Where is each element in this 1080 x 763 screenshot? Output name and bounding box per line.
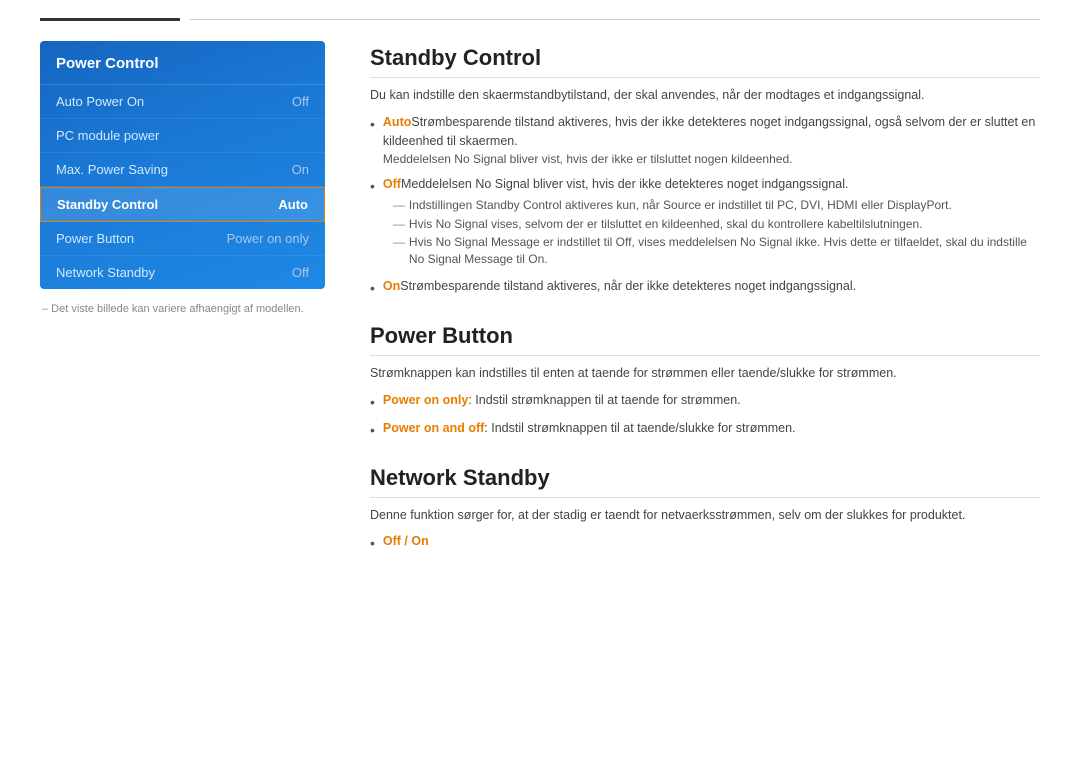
menu-item-5[interactable]: Network Standby Off (40, 256, 325, 289)
menu-item-label-2: Max. Power Saving (56, 162, 168, 177)
bullet-text-1-1: : Indstil strømknappen til at taende/slu… (484, 421, 795, 435)
menu-item-label-1: PC module power (56, 128, 159, 143)
bullet-dot-1-0: • (370, 392, 375, 413)
bullet-subtext-0-0: Meddelelsen No Signal bliver vist, hvis … (383, 152, 793, 166)
bullet-item-standby-control-0: • AutoStrømbesparende tilstand aktiveres… (370, 113, 1040, 169)
bullet-content-1-1: Power on and off: Indstil strømknappen t… (383, 419, 1040, 438)
bullet-label-0-2: On (383, 279, 400, 293)
bullet-content-1-0: Power on only: Indstil strømknappen til … (383, 391, 1040, 410)
section-desc-standby-control: Du kan indstille den skaermstandbytilsta… (370, 86, 1040, 105)
bullet-dot-2-0: • (370, 533, 375, 554)
bullet-item-power-button-0: • Power on only: Indstil strømknappen ti… (370, 391, 1040, 413)
top-bar (0, 0, 1080, 31)
sub-notes-0-1: Indstillingen Standby Control aktiveres … (383, 197, 1040, 268)
menu-item-value-5: Off (292, 265, 309, 280)
menu-items-container: Auto Power On Off PC module power Max. Po… (40, 85, 325, 289)
bullet-item-power-button-1: • Power on and off: Indstil strømknappen… (370, 419, 1040, 441)
section-desc-network-standby: Denne funktion sørger for, at der stadig… (370, 506, 1040, 525)
menu-item-label-4: Power Button (56, 231, 134, 246)
sub-note-0-1-2: Hvis No Signal Message er indstillet til… (393, 234, 1040, 268)
menu-item-label-5: Network Standby (56, 265, 155, 280)
footnote: – Det viste billede kan variere afhaengi… (40, 303, 330, 315)
bullet-content-0-2: OnStrømbesparende tilstand aktiveres, nå… (383, 277, 1040, 296)
menu-item-value-0: Off (292, 94, 309, 109)
bullet-content-0-0: AutoStrømbesparende tilstand aktiveres, … (383, 113, 1040, 169)
sub-note-0-1-1: Hvis No Signal vises, selvom der er tils… (393, 216, 1040, 233)
menu-item-label-3: Standby Control (57, 197, 158, 212)
section-title-power-button: Power Button (370, 323, 1040, 356)
bullet-dot-1-1: • (370, 420, 375, 441)
menu-item-0[interactable]: Auto Power On Off (40, 85, 325, 119)
sub-note-0-1-0: Indstillingen Standby Control aktiveres … (393, 197, 1040, 214)
menu-item-value-3: Auto (278, 197, 308, 212)
left-panel: Power Control Auto Power On Off PC module… (40, 41, 330, 578)
menu-item-label-0: Auto Power On (56, 94, 144, 109)
bullet-content-0-1: OffMeddelelsen No Signal bliver vist, hv… (383, 175, 1040, 271)
section-power-button: Power Button Strømknappen kan indstilles … (370, 323, 1040, 441)
section-title-standby-control: Standby Control (370, 45, 1040, 78)
menu-item-value-4: Power on only (227, 231, 309, 246)
bullet-list-standby-control: • AutoStrømbesparende tilstand aktiveres… (370, 113, 1040, 299)
bullet-text-0-2: Strømbesparende tilstand aktiveres, når … (400, 279, 856, 293)
bullet-item-network-standby-0: • Off / On (370, 532, 1040, 554)
top-line-separator (190, 19, 1040, 20)
bullet-list-network-standby: • Off / On (370, 532, 1040, 554)
sections-container: Standby Control Du kan indstille den skae… (370, 45, 1040, 554)
section-title-network-standby: Network Standby (370, 465, 1040, 498)
bullet-label-0-1: Off (383, 177, 401, 191)
top-line-accent (40, 18, 180, 21)
bullet-label-0-0: Auto (383, 115, 411, 129)
bullet-content-2-0: Off / On (383, 532, 1040, 551)
menu-item-2[interactable]: Max. Power Saving On (40, 153, 325, 187)
menu-box: Power Control Auto Power On Off PC module… (40, 41, 325, 289)
bullet-text-0-0: Strømbesparende tilstand aktiveres, hvis… (383, 115, 1035, 148)
bullet-label-1-0: Power on only (383, 393, 468, 407)
menu-title: Power Control (40, 41, 325, 85)
bullet-dot-0-2: • (370, 278, 375, 299)
bullet-dot-0-0: • (370, 114, 375, 135)
bullet-label-1-1: Power on and off (383, 421, 484, 435)
bullet-item-standby-control-2: • OnStrømbesparende tilstand aktiveres, … (370, 277, 1040, 299)
bullet-label-2-0: Off / On (383, 534, 429, 548)
main-content: Power Control Auto Power On Off PC module… (0, 31, 1080, 588)
menu-item-value-2: On (292, 162, 309, 177)
bullet-text-1-0: : Indstil strømknappen til at taende for… (468, 393, 740, 407)
bullet-text-0-1: Meddelelsen No Signal bliver vist, hvis … (401, 177, 848, 191)
menu-item-4[interactable]: Power Button Power on only (40, 222, 325, 256)
bullet-dot-0-1: • (370, 176, 375, 197)
section-desc-power-button: Strømknappen kan indstilles til enten at… (370, 364, 1040, 383)
menu-item-3[interactable]: Standby Control Auto (40, 187, 325, 222)
right-content: Standby Control Du kan indstille den skae… (370, 41, 1040, 578)
section-standby-control: Standby Control Du kan indstille den skae… (370, 45, 1040, 299)
menu-item-1[interactable]: PC module power (40, 119, 325, 153)
section-network-standby: Network Standby Denne funktion sørger for… (370, 465, 1040, 555)
bullet-item-standby-control-1: • OffMeddelelsen No Signal bliver vist, … (370, 175, 1040, 271)
bullet-list-power-button: • Power on only: Indstil strømknappen ti… (370, 391, 1040, 441)
